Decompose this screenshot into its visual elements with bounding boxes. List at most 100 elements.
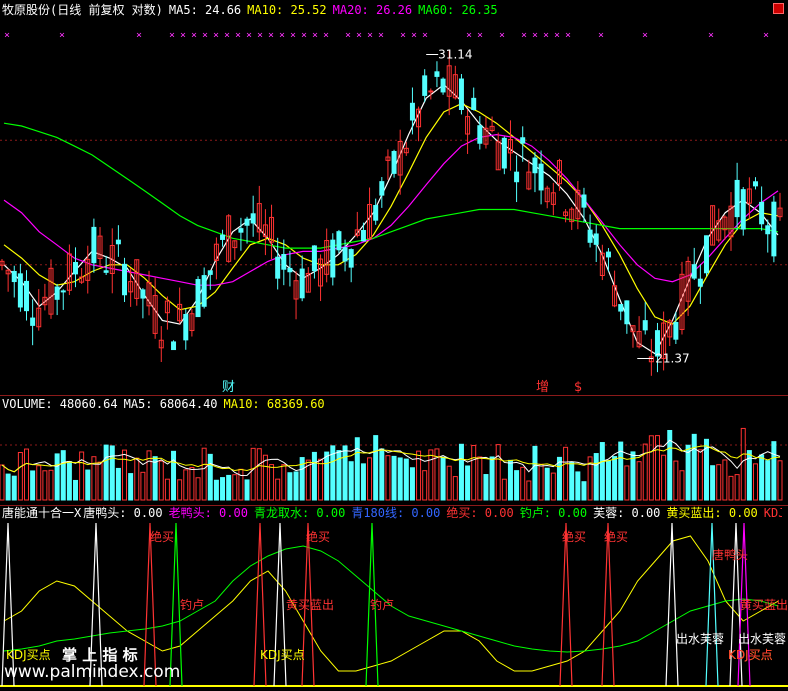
signal-marker: × — [136, 30, 142, 41]
candle-body — [520, 137, 526, 144]
ind-qing180: 青180线: 0.00 — [351, 506, 441, 520]
candle-body — [409, 102, 415, 121]
candle-body — [24, 280, 30, 312]
signal-marker: × — [202, 30, 208, 41]
volume-bar — [458, 443, 464, 501]
candle-body — [581, 194, 587, 208]
volume-bar — [171, 450, 177, 501]
volume-bar — [759, 454, 765, 501]
volume-bar — [734, 474, 740, 501]
candle-body — [373, 205, 379, 221]
signal-marker: × — [466, 30, 472, 41]
signal-marker: × — [213, 30, 219, 41]
signal-marker: × — [257, 30, 263, 41]
ind-juemai: 绝买: 0.00 — [446, 506, 514, 520]
signal-marker: × — [499, 30, 505, 41]
volume-bar — [164, 478, 170, 501]
candle-body — [759, 201, 765, 225]
candle-body — [140, 289, 146, 299]
volume-bar — [134, 457, 140, 501]
signal-marker: × — [235, 30, 241, 41]
volume-bar — [324, 451, 330, 501]
candle-body — [391, 150, 397, 174]
event-marker: $ — [574, 380, 582, 395]
candle-body — [422, 75, 428, 96]
ma-line-ma10 — [3, 103, 779, 325]
volume-chart — [0, 427, 788, 501]
candle-body — [428, 90, 434, 93]
volume-bar — [477, 456, 483, 501]
volume-bar — [452, 476, 458, 501]
candle-body — [11, 270, 17, 283]
volume-bar — [85, 469, 91, 501]
candle-body — [311, 245, 317, 272]
volume-bar — [612, 456, 618, 501]
indicator-signal-label: 绝买 — [306, 529, 330, 544]
volume-bar — [679, 470, 685, 501]
volume-bar — [158, 460, 164, 501]
candle-body — [250, 213, 256, 224]
volume-bar — [54, 453, 60, 501]
volume-bar — [348, 461, 354, 501]
indicator-signal-label: 绝买 — [150, 529, 174, 544]
indicator-signal-label: 绝买 — [604, 529, 628, 544]
indicator-signal-label: KDJ买点 — [6, 648, 51, 662]
candle-body — [103, 270, 109, 273]
volume-bar — [60, 450, 66, 501]
volume-bar — [581, 481, 587, 501]
signal-marker: × — [301, 30, 307, 41]
candle-body — [91, 226, 97, 264]
ind-qinglong: 青龙取水: 0.00 — [253, 506, 346, 520]
indicator-signal-label: 唐鸭头 — [712, 547, 748, 562]
volume-bar — [269, 464, 275, 501]
volume-bar — [465, 465, 471, 501]
volume-bar — [403, 458, 409, 501]
candle-body — [642, 320, 648, 331]
indicator-signal-label: 钓卢 — [180, 597, 204, 612]
signal-marker: × — [763, 30, 769, 41]
indicator-signal-label: 钓卢 — [370, 597, 394, 612]
volume-bar — [691, 433, 697, 501]
volume-bar — [483, 474, 489, 501]
signal-marker: × — [4, 30, 10, 41]
volume-bar — [213, 479, 219, 501]
signal-marker: × — [521, 30, 527, 41]
candle-body — [691, 264, 697, 279]
volume-bar — [42, 470, 48, 501]
volume-bar — [30, 470, 36, 501]
signal-marker: × — [345, 30, 351, 41]
volume-bar — [624, 465, 630, 501]
signal-marker: × — [312, 30, 318, 41]
candle-body — [17, 273, 23, 308]
volume-bar — [495, 444, 501, 501]
candle-body — [30, 317, 36, 326]
candle-body — [330, 239, 336, 278]
candle-body — [299, 268, 305, 299]
signal-marker: × — [554, 30, 560, 41]
candle-body — [605, 251, 611, 258]
signal-marker: × — [378, 30, 384, 41]
volume-bar — [342, 445, 348, 501]
signal-marker: × — [411, 30, 417, 41]
candle-body — [281, 253, 287, 270]
volume-bar — [103, 444, 109, 501]
volume-bar — [777, 460, 783, 501]
volume-bar — [220, 477, 226, 501]
indicator-header: 唐能通十合一X 唐鸭头: 0.00 老鸭头: 0.00 青龙取水: 0.00 青180线… — [2, 505, 782, 521]
volume-bar — [697, 449, 703, 501]
volume-bar — [354, 437, 360, 501]
volume-bar — [201, 447, 207, 501]
volume-bar — [275, 478, 281, 501]
indicator-name: 唐能通十合一X — [2, 506, 82, 520]
volume-bar — [311, 451, 317, 501]
candle-body — [618, 304, 624, 312]
candle-body — [752, 181, 758, 187]
candle-body — [122, 263, 128, 296]
indicator-signal-label: KDJ买点 — [260, 648, 305, 662]
volume-bar — [281, 464, 287, 501]
candle-body — [336, 231, 342, 251]
volume-bar — [550, 472, 556, 501]
volume-bar — [262, 454, 268, 501]
candle-body — [201, 275, 207, 307]
signal-marker: × — [246, 30, 252, 41]
